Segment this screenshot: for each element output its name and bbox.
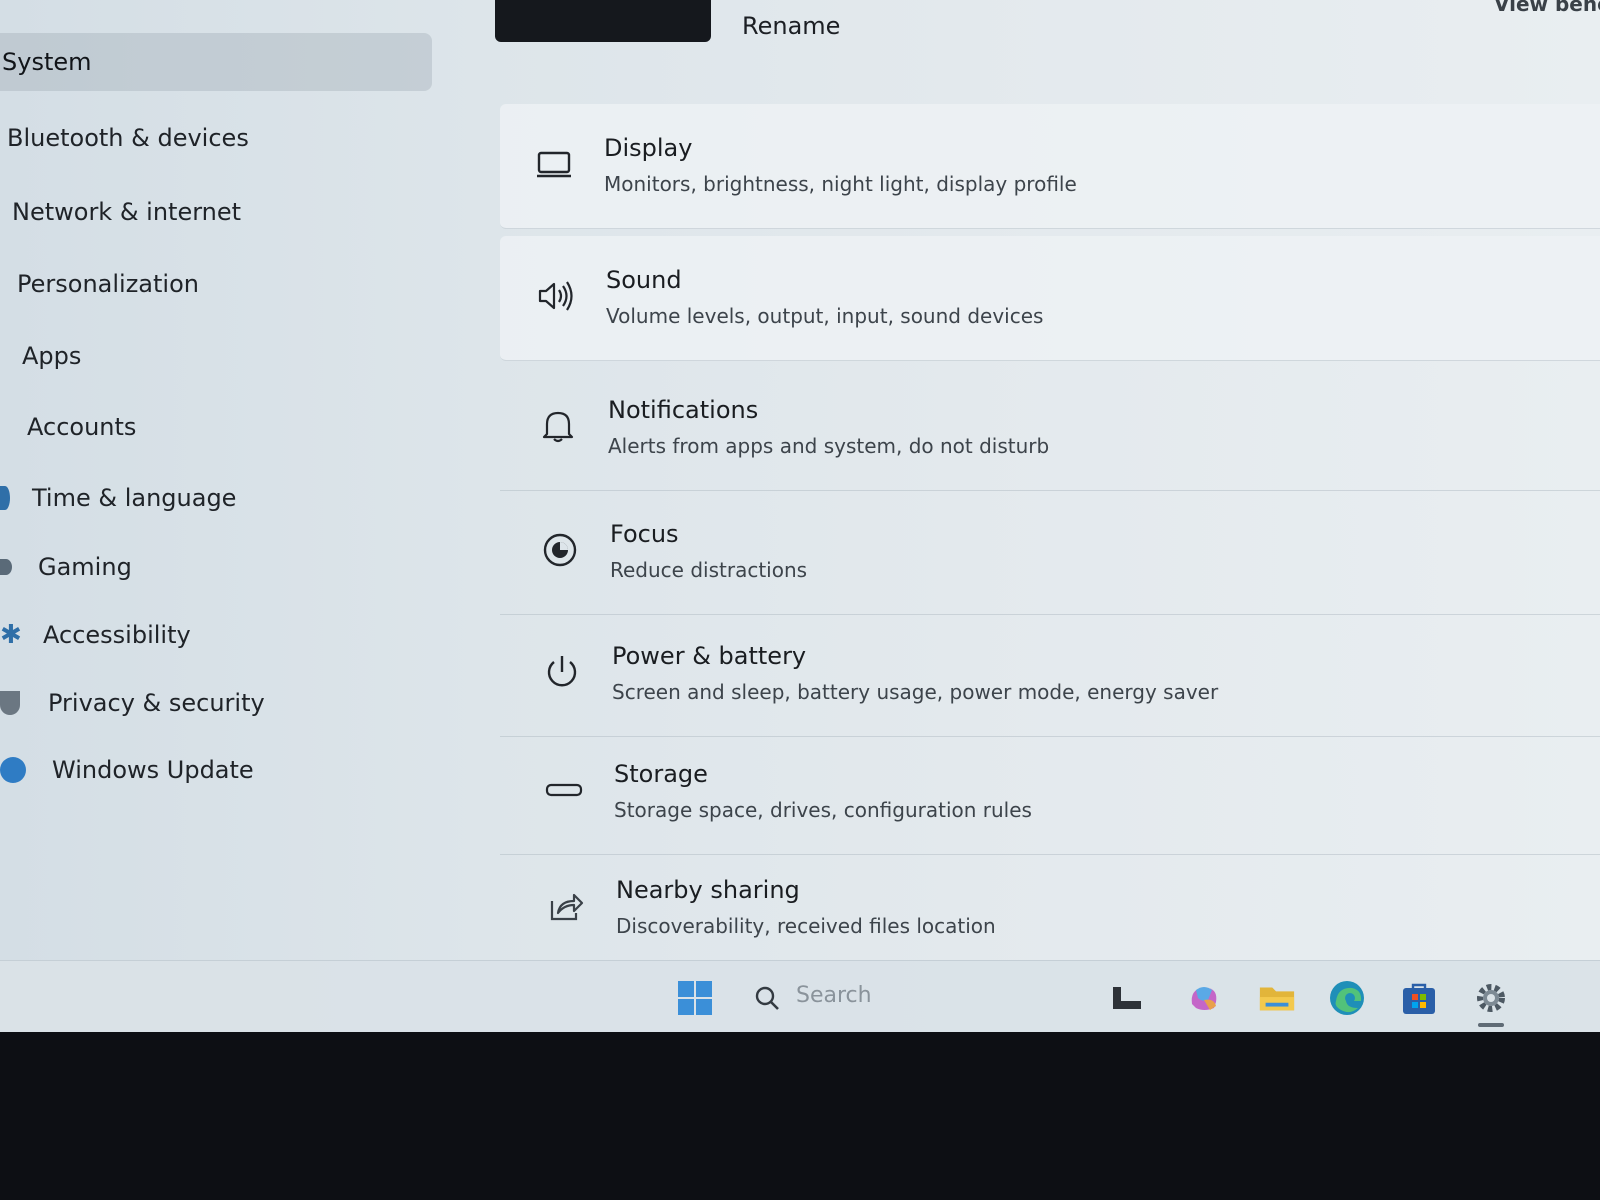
sidebar-item-privacy-security[interactable]: Privacy & security	[0, 674, 265, 732]
setting-display[interactable]: Display Monitors, brightness, night ligh…	[500, 104, 1600, 229]
setting-title: Storage	[614, 760, 708, 788]
microsoft-store-icon[interactable]	[1400, 979, 1438, 1017]
display-icon	[532, 142, 576, 186]
sidebar-item-system[interactable]: System	[0, 33, 432, 91]
sidebar-item-label: Network & internet	[12, 198, 242, 226]
shield-icon	[0, 691, 20, 715]
sidebar-item-label: Personalization	[17, 270, 199, 298]
bell-icon	[536, 404, 580, 448]
sidebar-item-label: Bluetooth & devices	[7, 124, 249, 152]
refresh-icon	[0, 757, 26, 783]
taskbar-search-input[interactable]: Search	[796, 983, 872, 1008]
active-app-indicator	[1478, 1023, 1504, 1027]
sidebar-item-gaming[interactable]: Gaming	[0, 538, 132, 596]
setting-nearby-sharing[interactable]: Nearby sharing Discoverability, received…	[500, 846, 1600, 970]
sidebar-item-label: System	[2, 48, 92, 76]
sidebar-item-label: Time & language	[32, 484, 237, 512]
sidebar-item-time-language[interactable]: Time & language	[0, 469, 236, 527]
setting-power-battery[interactable]: Power & battery Screen and sleep, batter…	[500, 612, 1600, 737]
setting-title: Notifications	[608, 396, 759, 424]
sidebar-item-label: Apps	[22, 342, 82, 370]
power-icon	[540, 650, 584, 694]
sidebar-item-apps[interactable]: Apps	[22, 327, 81, 385]
sidebar-item-label: Accounts	[27, 413, 137, 441]
setting-focus[interactable]: Focus Reduce distractions	[500, 490, 1600, 615]
sidebar-item-label: Gaming	[38, 553, 132, 581]
globe-clock-icon	[0, 486, 10, 510]
sidebar-item-network-internet[interactable]: Network & internet	[12, 183, 241, 241]
setting-title: Sound	[606, 266, 682, 294]
setting-description: Discoverability, received files location	[616, 914, 996, 938]
setting-description: Monitors, brightness, night light, displ…	[604, 172, 1077, 196]
setting-description: Volume levels, output, input, sound devi…	[606, 304, 1044, 328]
setting-description: Storage space, drives, configuration rul…	[614, 798, 1032, 822]
sidebar-item-windows-update[interactable]: Windows Update	[0, 741, 254, 799]
share-icon	[544, 884, 588, 928]
setting-title: Display	[604, 134, 693, 162]
sidebar-item-bluetooth-devices[interactable]: Bluetooth & devices	[7, 109, 249, 167]
edge-browser-icon[interactable]	[1328, 979, 1366, 1017]
sidebar-item-accounts[interactable]: Accounts	[27, 398, 136, 456]
focus-icon	[538, 528, 582, 572]
taskbar: Search	[0, 960, 1600, 1032]
sidebar-item-label: Accessibility	[43, 621, 191, 649]
speaker-icon	[534, 274, 578, 318]
setting-title: Focus	[610, 520, 679, 548]
setting-description: Alerts from apps and system, do not dist…	[608, 434, 1050, 458]
setting-notifications[interactable]: Notifications Alerts from apps and syste…	[500, 366, 1600, 491]
device-thumbnail	[495, 0, 711, 42]
windows-start-icon[interactable]	[676, 979, 714, 1017]
person-icon: ✱	[0, 620, 22, 650]
copilot-icon[interactable]	[1185, 979, 1223, 1017]
controller-icon	[0, 559, 12, 575]
setting-description: Reduce distractions	[610, 558, 808, 582]
view-benefits-link[interactable]: View bene	[1494, 0, 1600, 16]
setting-sound[interactable]: Sound Volume levels, output, input, soun…	[500, 236, 1600, 361]
rename-link[interactable]: Rename	[742, 12, 840, 40]
storage-icon	[542, 768, 586, 812]
setting-title: Power & battery	[612, 642, 807, 670]
search-icon[interactable]	[748, 979, 786, 1017]
setting-storage[interactable]: Storage Storage space, drives, configura…	[500, 730, 1600, 855]
settings-gear-icon[interactable]	[1472, 979, 1510, 1017]
file-explorer-icon[interactable]	[1258, 979, 1296, 1017]
sidebar-item-personalization[interactable]: Personalization	[17, 255, 199, 313]
sidebar-item-label: Windows Update	[52, 756, 254, 784]
sidebar-item-label: Privacy & security	[48, 689, 265, 717]
setting-description: Screen and sleep, battery usage, power m…	[612, 680, 1219, 704]
widgets-icon[interactable]	[1108, 979, 1146, 1017]
sidebar-item-accessibility[interactable]: ✱ Accessibility	[0, 606, 191, 664]
setting-title: Nearby sharing	[616, 876, 800, 904]
sidebar-nav: System Bluetooth & devices Network & int…	[0, 0, 440, 960]
settings-window: Rename View bene System Bluetooth & devi…	[0, 0, 1600, 1032]
